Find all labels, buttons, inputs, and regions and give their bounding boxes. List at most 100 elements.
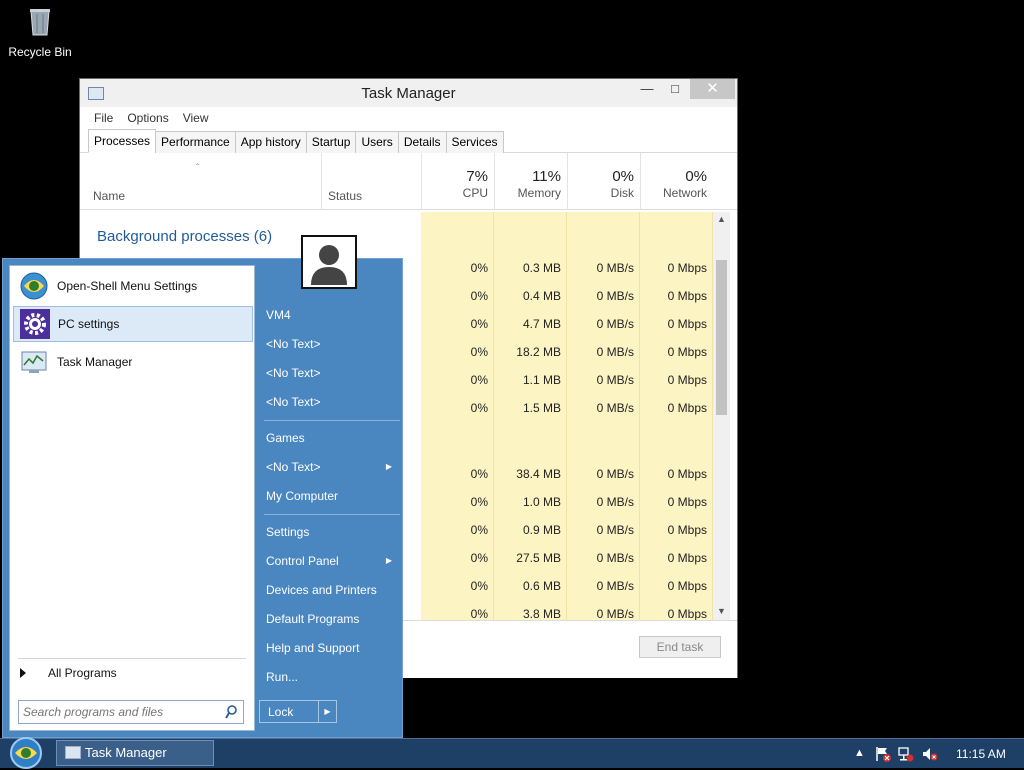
pinned-task-manager[interactable]: Task Manager — [13, 344, 253, 380]
open-shell-icon — [20, 272, 48, 300]
memory-cell: 38.4 MB — [516, 467, 561, 481]
maximize-button[interactable]: □ — [664, 79, 686, 99]
all-programs-label: All Programs — [48, 666, 117, 680]
cpu-cell: 0% — [470, 551, 488, 565]
pinned-pc-settings[interactable]: PC settings — [13, 306, 253, 342]
right-item-vm4[interactable]: VM4 — [266, 302, 400, 328]
right-item-games[interactable]: Games — [266, 425, 400, 451]
right-item-devices-and-printers[interactable]: Devices and Printers — [266, 577, 400, 603]
column-status[interactable]: Status — [321, 153, 421, 210]
network-cell: 0 Mbps — [667, 345, 707, 359]
group-header[interactable]: Background processes (6) — [97, 228, 272, 245]
user-picture[interactable] — [301, 235, 357, 289]
tab-processes[interactable]: Processes — [88, 129, 157, 153]
column-name[interactable]: Name — [93, 189, 125, 203]
disk-cell: 0 MB/s — [596, 467, 634, 481]
close-button[interactable]: ✕ — [690, 79, 735, 99]
shutdown-options-arrow-icon[interactable]: ▶ — [318, 701, 336, 722]
pinned-open-shell-settings[interactable]: Open-Shell Menu Settings — [13, 268, 253, 304]
cpu-cell: 0% — [470, 345, 488, 359]
taskbar-button-label: Task Manager — [85, 745, 167, 760]
user-avatar-icon — [303, 237, 355, 287]
tab-app-history[interactable]: App history — [234, 131, 307, 153]
right-item-no-text[interactable]: <No Text> — [266, 360, 400, 386]
vertical-scrollbar[interactable]: ▲ ▼ — [713, 212, 730, 620]
disk-cell: 0 MB/s — [596, 289, 634, 303]
minimize-button[interactable]: — — [636, 79, 658, 99]
network-icon[interactable] — [898, 746, 914, 762]
right-item-my-computer[interactable]: My Computer — [266, 483, 400, 509]
tab-services[interactable]: Services — [445, 131, 504, 153]
right-item-no-text[interactable]: <No Text> — [266, 331, 400, 357]
cpu-cell: 0% — [470, 401, 488, 415]
tab-startup[interactable]: Startup — [305, 131, 357, 153]
column-disk[interactable]: 0% Disk — [567, 153, 640, 210]
right-item-help-and-support[interactable]: Help and Support — [266, 635, 400, 661]
cpu-cell: 0% — [470, 579, 488, 593]
memory-cell: 0.9 MB — [522, 523, 561, 537]
menu-bar: File Options View — [80, 107, 737, 129]
pinned-label: PC settings — [58, 317, 120, 331]
right-item-no-text[interactable]: <No Text> — [266, 389, 400, 415]
recycle-bin-label: Recycle Bin — [8, 45, 72, 59]
cpu-cell: 0% — [470, 373, 488, 387]
start-button[interactable] — [6, 736, 46, 770]
menu-options[interactable]: Options — [127, 111, 168, 125]
taskbar: Task Manager ▲ 11:15 AM — [0, 736, 1024, 770]
submenu-arrow-icon: ▶ — [385, 556, 392, 565]
action-center-flag-icon[interactable] — [875, 746, 891, 762]
right-item-label: Control Panel — [266, 554, 339, 568]
scroll-thumb[interactable] — [716, 260, 727, 415]
volume-muted-icon[interactable] — [922, 746, 938, 762]
lock-button[interactable]: Lock ▶ — [259, 700, 337, 723]
cpu-total: 7% — [466, 168, 488, 185]
cpu-cell: 0% — [470, 467, 488, 481]
task-manager-icon — [65, 746, 81, 759]
disk-cell: 0 MB/s — [596, 523, 634, 537]
taskbar-task-manager-button[interactable]: Task Manager — [56, 740, 214, 766]
column-network[interactable]: 0% Network — [640, 153, 713, 210]
scroll-up-icon[interactable]: ▲ — [713, 214, 730, 224]
memory-cell: 3.8 MB — [522, 607, 561, 620]
tab-performance[interactable]: Performance — [155, 131, 236, 153]
right-item-no-text-submenu[interactable]: <No Text> ▶ — [266, 454, 400, 480]
search-box[interactable] — [18, 700, 244, 724]
disk-cell: 0 MB/s — [596, 317, 634, 331]
cpu-cell: 0% — [470, 607, 488, 620]
memory-total: 11% — [532, 168, 561, 185]
all-programs[interactable]: All Programs — [20, 666, 117, 680]
cpu-label: CPU — [462, 186, 488, 200]
title-bar[interactable]: Task Manager — □ ✕ — [80, 79, 737, 107]
column-memory[interactable]: 11% Memory — [494, 153, 567, 210]
end-task-button[interactable]: End task — [639, 636, 721, 658]
menu-view[interactable]: View — [183, 111, 209, 125]
start-left-pane: Open-Shell Menu Settings PC settings Tas… — [9, 265, 255, 731]
network-cell: 0 Mbps — [667, 607, 707, 620]
right-item-default-programs[interactable]: Default Programs — [266, 606, 400, 632]
column-cpu[interactable]: 7% CPU — [421, 153, 494, 210]
chevron-up-icon[interactable]: ▲ — [854, 747, 865, 759]
task-manager-icon — [21, 351, 47, 373]
right-item-label: <No Text> — [266, 460, 321, 474]
network-cell: 0 Mbps — [667, 579, 707, 593]
tab-users[interactable]: Users — [355, 131, 399, 153]
right-item-control-panel[interactable]: Control Panel ▶ — [266, 548, 400, 574]
tab-details[interactable]: Details — [397, 131, 447, 153]
search-input[interactable] — [23, 704, 219, 720]
right-item-run[interactable]: Run... — [266, 664, 400, 690]
disk-cell: 0 MB/s — [596, 495, 634, 509]
divider — [264, 420, 400, 421]
disk-cell: 0 MB/s — [596, 551, 634, 565]
desktop: Recycle Bin Task Manager — □ ✕ File Opti… — [0, 0, 1024, 738]
memory-cell: 4.7 MB — [522, 317, 561, 331]
menu-file[interactable]: File — [94, 111, 113, 125]
memory-cell: 0.4 MB — [522, 289, 561, 303]
network-cell: 0 Mbps — [667, 551, 707, 565]
scroll-down-icon[interactable]: ▼ — [713, 606, 730, 616]
divider — [264, 514, 400, 515]
disk-cell: 0 MB/s — [596, 401, 634, 415]
lock-label: Lock — [268, 705, 294, 719]
recycle-bin[interactable]: Recycle Bin — [4, 4, 76, 59]
right-item-settings[interactable]: Settings — [266, 519, 400, 545]
clock[interactable]: 11:15 AM — [956, 747, 1006, 761]
